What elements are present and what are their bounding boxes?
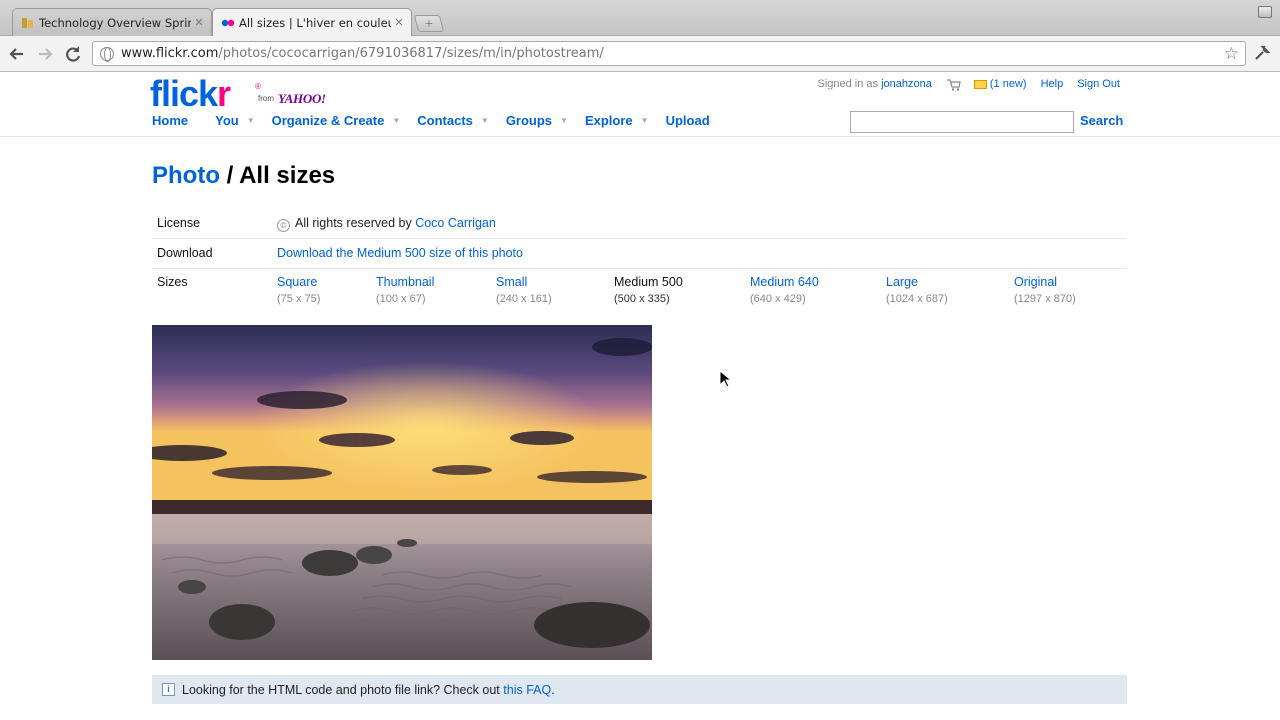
new-tab-button[interactable]: + [413, 15, 445, 32]
copyright-icon: © [277, 219, 290, 232]
page-title: Photo / All sizes [152, 162, 336, 189]
size-option-medium-500: Medium 500 (500 x 335) [614, 275, 683, 305]
flickr-favicon-icon [221, 17, 235, 29]
size-option-square[interactable]: Square (75 x 75) [277, 275, 320, 305]
nav-organize-create[interactable]: Organize & Create ▼ [272, 113, 401, 128]
chevron-down-icon: ▼ [640, 116, 649, 125]
size-option-medium-640[interactable]: Medium 640 (640 x 429) [750, 275, 819, 305]
window-button[interactable] [1258, 6, 1272, 18]
browser-toolbar: www.flickr.com/photos/cococarrigan/67910… [0, 36, 1280, 72]
globe-icon [100, 46, 114, 62]
size-option-original[interactable]: Original (1297 x 870) [1014, 275, 1076, 305]
browser-tab-technology[interactable]: Technology Overview Spring ✕ [12, 8, 212, 36]
url-text: www.flickr.com/photos/cococarrigan/67910… [121, 46, 604, 61]
chevron-down-icon: ▼ [392, 116, 401, 125]
cart-icon[interactable] [946, 78, 961, 91]
search-input[interactable] [850, 111, 1074, 133]
license-text: All rights reserved by [295, 216, 412, 230]
flickr-page: flickr ® from YAHOO! Signed in as jonahz… [0, 72, 1280, 720]
mail-count-link[interactable]: (1 new) [990, 78, 1027, 90]
mail-icon[interactable] [973, 79, 987, 89]
size-option-small[interactable]: Small (240 x 161) [496, 275, 552, 305]
nav-upload[interactable]: Upload [666, 113, 710, 128]
help-link[interactable]: Help [1041, 78, 1064, 90]
reload-icon[interactable] [62, 43, 84, 65]
download-label: Download [157, 246, 213, 260]
username-link[interactable]: jonahzona [881, 78, 932, 90]
forward-icon[interactable] [34, 43, 56, 65]
browser-tab-all-sizes[interactable]: All sizes | L'hiver en couleurs ✕ [212, 8, 412, 36]
chevron-down-icon: ▼ [480, 116, 489, 125]
user-bar: Signed in as jonahzona (1 new) Help Sign… [817, 78, 1120, 91]
tab-title: Technology Overview Spring [39, 15, 191, 30]
tab-title: All sizes | L'hiver en couleurs [239, 15, 391, 30]
browser-tab-strip: Technology Overview Spring ✕ All sizes |… [0, 0, 1280, 36]
nav-groups[interactable]: Groups ▼ [506, 113, 568, 128]
faq-text: Looking for the HTML code and photo file… [182, 682, 500, 697]
from-label: from [258, 94, 274, 103]
photo-image[interactable] [152, 325, 652, 660]
size-option-thumbnail[interactable]: Thumbnail (100 x 67) [376, 275, 434, 305]
license-label: License [157, 216, 201, 230]
signed-in-label: Signed in as [817, 78, 879, 90]
sizes-row: Sizes Square (75 x 75) Thumbnail (100 x 67… [152, 275, 1127, 315]
chevron-down-icon: ▼ [560, 116, 568, 125]
nav-divider [0, 136, 1280, 137]
close-tab-icon[interactable]: ✕ [191, 16, 207, 29]
wrench-icon[interactable] [1254, 45, 1271, 66]
nav-you[interactable]: You ▼ [215, 113, 255, 128]
faq-notice: i Looking for the HTML code and photo fi… [152, 675, 1127, 704]
close-tab-icon[interactable]: ✕ [391, 16, 407, 29]
download-row: Download Download the Medium 500 size of… [152, 246, 1127, 266]
nav-home[interactable]: Home [152, 113, 188, 128]
owner-link[interactable]: Coco Carrigan [415, 216, 496, 230]
info-icon: i [162, 683, 175, 696]
license-row: License © All rights reserved by Coco Car… [152, 216, 1127, 236]
star-icon[interactable]: ☆ [1224, 44, 1239, 64]
logo-registered-mark: ® [255, 82, 261, 91]
address-bar[interactable]: www.flickr.com/photos/cococarrigan/67910… [92, 41, 1246, 66]
download-link[interactable]: Download the Medium 500 size of this pho… [277, 246, 523, 260]
plus-icon: + [424, 15, 434, 31]
chevron-down-icon: ▼ [246, 116, 255, 125]
flickr-logo[interactable]: flickr [150, 74, 231, 114]
size-option-large[interactable]: Large (1024 x 687) [886, 275, 948, 305]
tab-favicon-icon [21, 17, 35, 29]
search-button[interactable]: Search [1080, 113, 1123, 128]
photo-link[interactable]: Photo [152, 162, 220, 189]
sizes-label: Sizes [157, 275, 188, 289]
nav-explore[interactable]: Explore ▼ [585, 113, 649, 128]
back-icon[interactable] [6, 43, 28, 65]
faq-link[interactable]: this FAQ [503, 683, 551, 697]
row-divider [152, 268, 1127, 269]
yahoo-logo[interactable]: YAHOO! [278, 91, 326, 107]
nav-contacts[interactable]: Contacts ▼ [417, 113, 489, 128]
row-divider [152, 238, 1127, 239]
sign-out-link[interactable]: Sign Out [1077, 78, 1120, 90]
cursor-icon [719, 369, 733, 391]
main-nav: Home You ▼ Organize & Create ▼ Contacts ▼ G… [152, 113, 710, 128]
